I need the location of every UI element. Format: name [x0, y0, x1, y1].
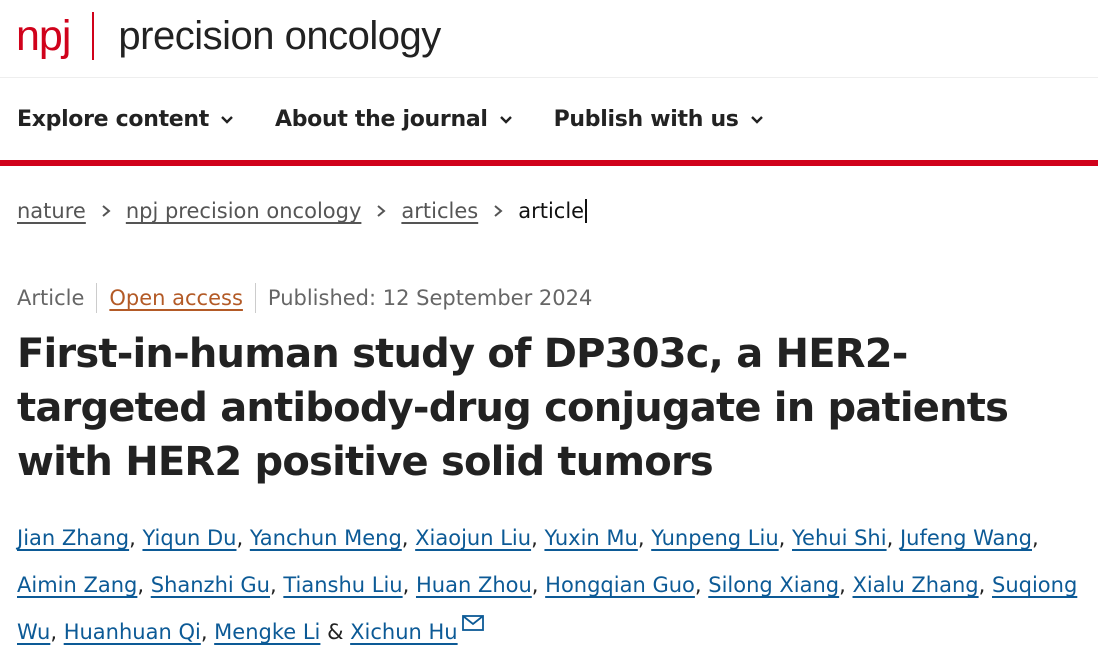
- author-separator: ,: [137, 573, 151, 597]
- journal-logo[interactable]: npj precision oncology: [16, 8, 441, 64]
- nav-label: About the journal: [275, 106, 488, 132]
- author-separator: ,: [401, 526, 416, 550]
- author-separator: ,: [778, 526, 793, 550]
- author-separator: ,: [129, 526, 143, 550]
- nav-label: Explore content: [17, 106, 209, 132]
- main-nav: Explore content About the journal Publis…: [0, 78, 1098, 166]
- author-link[interactable]: Xialu Zhang: [853, 573, 979, 597]
- author-link[interactable]: Mengke Li: [214, 620, 320, 644]
- mail-icon[interactable]: [461, 615, 484, 631]
- author-link[interactable]: Aimin Zang: [17, 573, 137, 597]
- author-link[interactable]: Yiqun Du: [142, 526, 236, 550]
- author-separator: ,: [236, 526, 250, 550]
- author-separator: ,: [839, 573, 853, 597]
- meta-divider: [254, 283, 256, 313]
- author-link[interactable]: Xichun Hu: [350, 620, 457, 644]
- author-separator: ,: [1032, 526, 1039, 550]
- article-type: Article: [17, 286, 85, 310]
- author-separator: ,: [694, 573, 709, 597]
- chevron-down-icon: [750, 116, 763, 124]
- breadcrumb-journal[interactable]: npj precision oncology: [126, 199, 362, 223]
- chevron-right-icon: [102, 205, 111, 217]
- author-link[interactable]: Jufeng Wang: [900, 526, 1032, 550]
- nav-explore-content[interactable]: Explore content: [17, 107, 235, 132]
- logo-divider: [92, 12, 95, 60]
- author-separator: ,: [531, 573, 546, 597]
- author-list: Jian Zhang, Yiqun Du, Yanchun Meng, Xiao…: [17, 515, 1087, 656]
- author-separator: ,: [402, 573, 416, 597]
- author-link[interactable]: Huanhuan Qi: [64, 620, 201, 644]
- author-separator: &: [320, 620, 351, 644]
- author-link[interactable]: Tianshu Liu: [283, 573, 402, 597]
- author-separator: ,: [637, 526, 652, 550]
- nav-publish-with-us[interactable]: Publish with us: [554, 107, 765, 132]
- author-separator: ,: [200, 620, 215, 644]
- chevron-right-icon: [377, 205, 386, 217]
- open-access-link[interactable]: Open access: [109, 286, 243, 310]
- author-link[interactable]: Shanzhi Gu: [151, 573, 270, 597]
- author-link[interactable]: Yanchun Meng: [250, 526, 402, 550]
- author-separator: ,: [531, 526, 545, 550]
- author-link[interactable]: Jian Zhang: [17, 526, 129, 550]
- author-separator: ,: [50, 620, 64, 644]
- author-link[interactable]: Hongqian Guo: [545, 573, 695, 597]
- breadcrumb-nature[interactable]: nature: [17, 199, 86, 223]
- published-date: Published: 12 September 2024: [267, 286, 593, 310]
- nav-label: Publish with us: [553, 106, 739, 132]
- breadcrumb-current: article: [518, 199, 588, 223]
- article-title: First-in-human study of DP303c, a HER2-t…: [17, 331, 1009, 485]
- author-link[interactable]: Yunpeng Liu: [651, 526, 778, 550]
- author-link[interactable]: Silong Xiang: [708, 573, 839, 597]
- logo-npj: npj: [16, 11, 71, 60]
- breadcrumb: nature npj precision oncology articles a…: [17, 199, 588, 223]
- site-header: npj precision oncology: [0, 0, 1098, 78]
- chevron-right-icon: [494, 205, 503, 217]
- author-separator: ,: [978, 573, 992, 597]
- author-link[interactable]: Yehui Shi: [792, 526, 887, 550]
- author-separator: ,: [886, 526, 900, 550]
- meta-divider: [96, 283, 98, 313]
- chevron-down-icon: [499, 116, 512, 124]
- chevron-down-icon: [221, 116, 233, 124]
- author-separator: ,: [269, 573, 284, 597]
- nav-about-the-journal[interactable]: About the journal: [275, 107, 514, 132]
- logo-journal-name: precision oncology: [118, 14, 441, 58]
- author-link[interactable]: Huan Zhou: [416, 573, 532, 597]
- author-link[interactable]: Yuxin Mu: [544, 526, 637, 550]
- breadcrumb-articles[interactable]: articles: [401, 199, 478, 223]
- author-link[interactable]: Xiaojun Liu: [415, 526, 531, 550]
- article-meta: Article Open access Published: 12 Septem…: [17, 283, 592, 313]
